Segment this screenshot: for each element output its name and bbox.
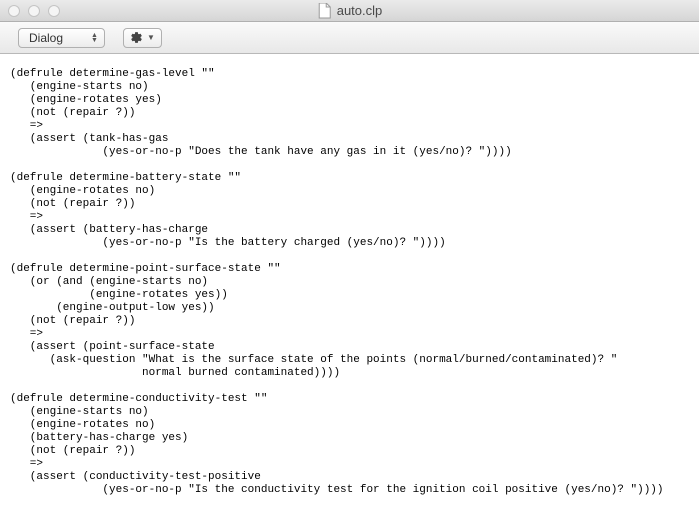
code-editor[interactable]: (defrule determine-gas-level "" (engine-…: [0, 54, 699, 520]
minimize-button[interactable]: [28, 5, 40, 17]
chevron-down-icon: ▼: [147, 33, 155, 42]
dialog-dropdown[interactable]: Dialog ▲▼: [18, 28, 105, 48]
window-titlebar: auto.clp: [0, 0, 699, 22]
maximize-button[interactable]: [48, 5, 60, 17]
toolbar: Dialog ▲▼ ▼: [0, 22, 699, 54]
dropdown-label: Dialog: [29, 31, 63, 45]
updown-arrows-icon: ▲▼: [91, 33, 98, 43]
traffic-lights: [8, 5, 60, 17]
gear-icon: [130, 31, 143, 44]
gear-menu-button[interactable]: ▼: [123, 28, 162, 48]
close-button[interactable]: [8, 5, 20, 17]
window-title-container: auto.clp: [317, 3, 383, 19]
document-icon: [317, 3, 331, 19]
window-title: auto.clp: [337, 3, 383, 18]
